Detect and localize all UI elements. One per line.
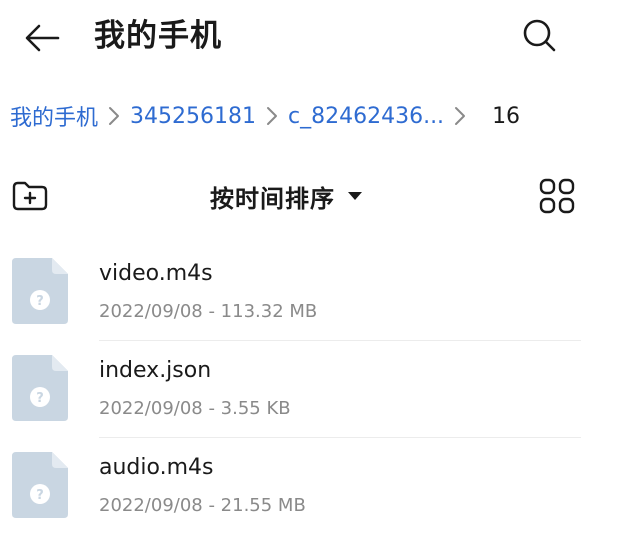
breadcrumb-item-folder-2[interactable]: c_82462436... <box>288 104 444 129</box>
breadcrumb: 我的手机 345256181 c_82462436... 16 <box>10 96 520 136</box>
unknown-file-icon: ? <box>12 258 68 324</box>
svg-text:?: ? <box>36 391 44 406</box>
search-icon <box>523 19 556 52</box>
chevron-right-icon <box>256 96 288 136</box>
page-title: 我的手机 <box>94 18 222 54</box>
svg-text:?: ? <box>36 294 44 309</box>
breadcrumb-item-my-phone[interactable]: 我的手机 <box>10 100 98 132</box>
file-list: ? video.m4s 2022/09/08 - 113.32 MB ? ind… <box>0 244 619 535</box>
sort-button[interactable]: 按时间排序 <box>210 174 363 218</box>
new-folder-icon <box>12 181 48 211</box>
back-button[interactable] <box>18 16 66 60</box>
file-meta: 2022/09/08 - 3.55 KB <box>99 398 291 419</box>
file-name: video.m4s <box>99 261 213 286</box>
svg-text:?: ? <box>36 488 44 503</box>
sort-label: 按时间排序 <box>210 184 335 213</box>
unknown-file-icon: ? <box>12 355 68 421</box>
chevron-right-icon <box>98 96 130 136</box>
file-row[interactable]: ? index.json 2022/09/08 - 3.55 KB <box>0 341 619 438</box>
file-name: index.json <box>99 358 212 383</box>
file-meta: 2022/09/08 - 21.55 MB <box>99 495 306 516</box>
unknown-file-icon: ? <box>12 452 68 518</box>
breadcrumb-item-folder-1[interactable]: 345256181 <box>130 104 256 129</box>
grid-view-button[interactable] <box>532 172 582 220</box>
new-folder-button[interactable] <box>6 174 54 218</box>
caret-down-icon <box>347 190 363 202</box>
search-button[interactable] <box>514 12 566 60</box>
file-row[interactable]: ? video.m4s 2022/09/08 - 113.32 MB <box>0 244 619 341</box>
breadcrumb-item-current: 16 <box>492 103 521 129</box>
file-row[interactable]: ? audio.m4s 2022/09/08 - 21.55 MB <box>0 438 619 535</box>
toolbar: 按时间排序 <box>0 168 619 224</box>
file-name: audio.m4s <box>99 455 214 480</box>
file-meta: 2022/09/08 - 113.32 MB <box>99 301 318 322</box>
title-bar: 我的手机 <box>0 0 619 76</box>
back-arrow-icon <box>25 24 60 52</box>
chevron-right-icon <box>444 96 476 136</box>
grid-view-icon <box>539 178 575 214</box>
